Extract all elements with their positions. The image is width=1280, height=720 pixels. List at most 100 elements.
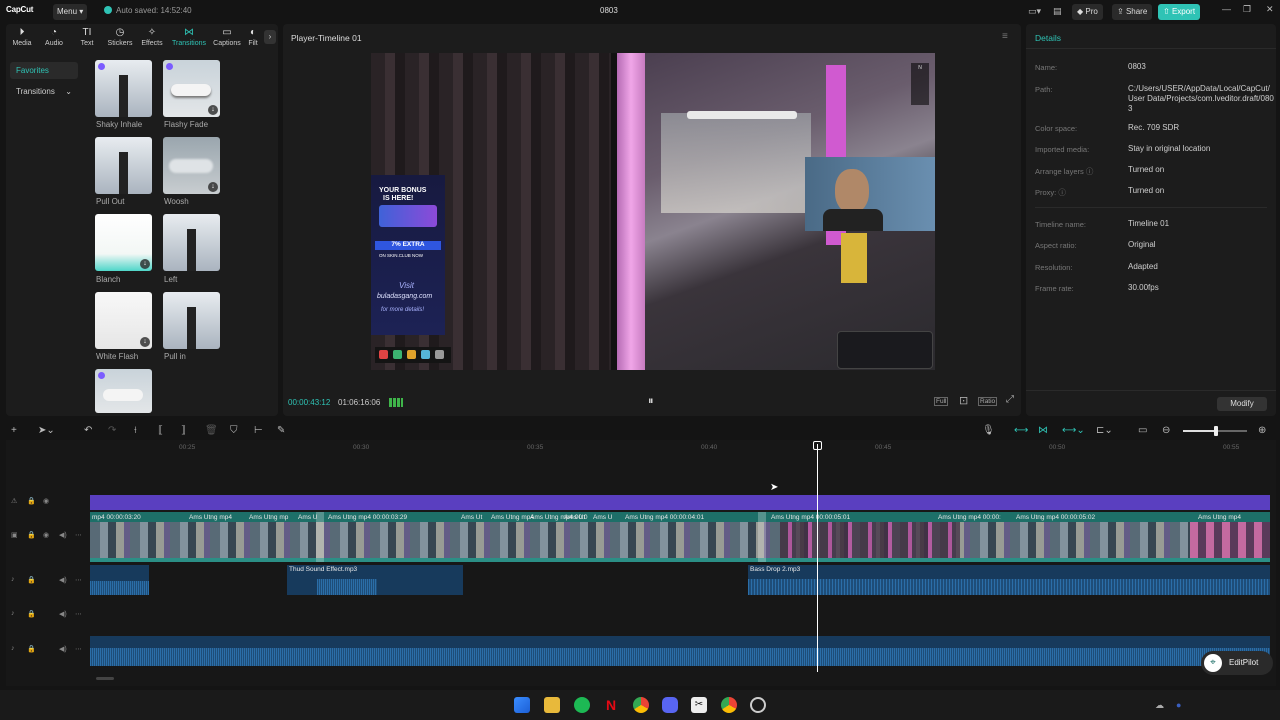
tray-icon[interactable]: ☁ [1155, 700, 1164, 711]
audio-clip[interactable] [90, 565, 149, 595]
audio-clip-music[interactable] [90, 636, 1270, 666]
chrome-profile-icon[interactable] [721, 697, 737, 713]
speaker-icon[interactable]: ◀) [59, 610, 67, 618]
transition-thumb-left[interactable] [163, 214, 220, 271]
modify-button[interactable]: Modify [1217, 397, 1267, 411]
tab-effects[interactable]: ✧ Effects [136, 27, 168, 47]
shortcuts-icon[interactable]: ▤ [1053, 6, 1062, 17]
obs-icon[interactable] [750, 697, 766, 713]
freeze-icon[interactable]: ⊢ [254, 425, 263, 436]
netflix-icon[interactable]: N [603, 697, 619, 713]
transition-thumb-shaky-inhale[interactable] [95, 60, 152, 117]
select-tool-icon[interactable]: ➤⌄ [38, 425, 55, 436]
playhead-handle-icon[interactable] [813, 441, 822, 450]
tabs-scroll-right-icon[interactable]: › [264, 30, 276, 44]
link-icon[interactable]: ⟷ [1014, 425, 1028, 436]
tab-text[interactable]: TI Text [71, 27, 103, 47]
lock-icon[interactable]: 🔒 [27, 576, 36, 584]
ratio-button[interactable]: Ratio [978, 397, 998, 406]
more-icon[interactable]: ⋯ [75, 576, 82, 584]
nav-favorites[interactable]: Favorites [10, 62, 78, 79]
audio-clip-bass-drop[interactable] [748, 565, 1270, 595]
spotify-icon[interactable] [574, 697, 590, 713]
zoom-in-icon[interactable]: ⊕ [1258, 425, 1266, 436]
transition-marker[interactable] [758, 512, 766, 562]
tab-stickers[interactable]: ◷ Stickers [104, 27, 136, 47]
detail-value: Stay in original location [1128, 144, 1211, 153]
transition-thumb-woosh[interactable]: ↓ [163, 137, 220, 194]
menu-button[interactable]: Menu ▾ [53, 4, 87, 20]
microphone-icon[interactable]: 🎙 [982, 425, 995, 436]
lock-icon[interactable]: 🔒 [27, 645, 36, 653]
editpilot-button[interactable]: ⌖ EditPilot [1201, 651, 1273, 675]
pro-button[interactable]: ◆ Pro [1072, 4, 1103, 20]
transition-thumb-pull-in[interactable] [163, 292, 220, 349]
delete-icon[interactable]: 🗑 [205, 425, 218, 436]
tab-audio[interactable]: ◔ Audio [38, 27, 70, 47]
tab-filters[interactable]: ◐ Filt [244, 27, 262, 47]
lock-icon[interactable]: 🔒 [27, 610, 36, 618]
linkage-icon[interactable]: ⊏⌄ [1096, 425, 1113, 436]
pause-icon[interactable]: ⏸ [648, 395, 654, 408]
split-right-icon[interactable]: ⟧ [181, 425, 186, 436]
speaker-icon[interactable]: ◀) [59, 576, 67, 584]
zoom-slider[interactable] [1183, 426, 1247, 436]
fullscreen-icon[interactable]: ⤢ [1006, 394, 1014, 405]
share-button[interactable]: ⇪ Share [1112, 4, 1153, 20]
track-visibility-icon[interactable]: ⚠ [11, 497, 17, 505]
tray-icon[interactable]: ● [1176, 700, 1181, 710]
eye-icon[interactable]: ◉ [43, 531, 49, 539]
tab-transitions[interactable]: ⋈ Transitions [170, 27, 208, 47]
transition-thumb-blanch[interactable]: ↓ [95, 214, 152, 271]
timeline-scrollbar[interactable] [96, 677, 114, 680]
speaker-icon[interactable]: ◀) [59, 645, 67, 653]
overlay-track-clip[interactable] [90, 495, 1270, 510]
snapshot-icon[interactable]: ⊡ [959, 394, 968, 407]
close-icon[interactable]: ✕ [1266, 4, 1274, 15]
magic-icon[interactable]: ✎ [277, 425, 285, 436]
zoom-slider-handle[interactable] [1214, 426, 1218, 436]
nav-transitions[interactable]: Transitions ⌄ [10, 83, 78, 100]
info-icon[interactable]: ⓘ [1058, 188, 1066, 197]
zoom-out-icon[interactable]: ⊖ [1162, 425, 1170, 436]
thumbnail-icon[interactable]: ▭ [1138, 425, 1147, 436]
detail-value: C:/Users/USER/AppData/Local/CapCut/User … [1128, 84, 1274, 113]
magnet-icon[interactable]: ⋈ [1038, 425, 1048, 436]
chrome-icon[interactable] [633, 697, 649, 713]
transition-thumb-partial[interactable] [95, 369, 152, 413]
layout-icon[interactable]: ▭▾ [1028, 6, 1041, 17]
transition-thumb-flashy-fade[interactable]: ↓ [163, 60, 220, 117]
capcut-taskbar-icon[interactable]: ✂ [691, 697, 707, 713]
marker-icon[interactable]: ⛉ [230, 425, 238, 436]
transition-thumb-pull-out[interactable] [95, 137, 152, 194]
info-icon[interactable]: ⓘ [1086, 167, 1094, 176]
playhead[interactable] [817, 444, 818, 672]
undo-icon[interactable]: ↶ [84, 425, 92, 436]
video-preview[interactable]: N YOUR BONUS IS HERE! 7% EXTRA ON SKIN.C… [371, 53, 935, 370]
more-icon[interactable]: ⋯ [75, 531, 82, 539]
preview-axis-icon[interactable]: ⟷⌄ [1062, 425, 1085, 436]
more-icon[interactable]: ⋯ [75, 645, 82, 653]
windows-start-icon[interactable] [514, 697, 530, 713]
export-button[interactable]: ⇧ Export [1158, 4, 1201, 20]
eye-icon[interactable]: ◉ [43, 497, 49, 505]
speaker-icon[interactable]: ◀) [59, 531, 67, 539]
full-button[interactable]: Full [934, 397, 949, 406]
file-explorer-icon[interactable] [544, 697, 560, 713]
split-left-icon[interactable]: ⟦ [158, 425, 163, 436]
timeline-ruler[interactable]: 00:25 00:30 00:35 00:40 00:45 00:50 00:5… [90, 440, 1276, 456]
more-icon[interactable]: ⋯ [75, 610, 82, 618]
cover-icon[interactable]: ▣ [11, 531, 18, 539]
tab-captions[interactable]: ▭ Captions [211, 27, 243, 47]
maximize-icon[interactable]: ❐ [1243, 4, 1251, 15]
minimize-icon[interactable]: — [1222, 4, 1231, 14]
discord-icon[interactable] [662, 697, 678, 713]
tab-media[interactable]: ⏵ Media [6, 27, 38, 47]
add-track-icon[interactable]: + [11, 425, 17, 436]
redo-icon[interactable]: ↷ [108, 425, 116, 436]
lock-icon[interactable]: 🔒 [27, 497, 36, 505]
transition-thumb-white-flash[interactable]: ↓ [95, 292, 152, 349]
lock-icon[interactable]: 🔒 [27, 531, 36, 539]
split-icon[interactable]: ⟊ [134, 425, 137, 436]
player-menu-icon[interactable]: ≡ [1002, 31, 1008, 42]
